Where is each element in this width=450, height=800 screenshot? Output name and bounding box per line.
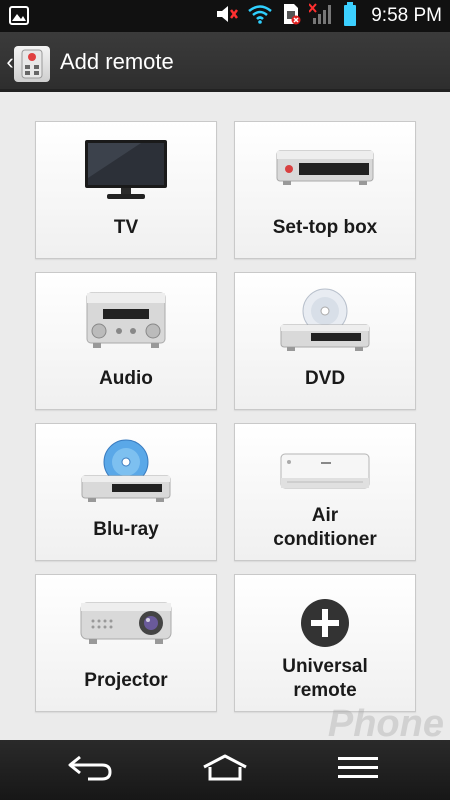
no-signal-icon bbox=[308, 2, 335, 30]
remote-app-icon[interactable] bbox=[14, 46, 50, 82]
tile-blu-ray[interactable]: Blu-ray bbox=[35, 423, 217, 561]
set-top-box-icon bbox=[235, 130, 415, 210]
tile-projector[interactable]: Projector bbox=[35, 574, 217, 712]
wifi-icon bbox=[247, 4, 273, 29]
menu-icon bbox=[338, 755, 378, 786]
action-bar: ‹ Add remote bbox=[0, 32, 450, 92]
tile-universal-remote[interactable]: Universal remote bbox=[234, 574, 416, 712]
plus-icon bbox=[235, 583, 415, 663]
tile-label: DVD bbox=[304, 368, 346, 389]
tile-label: Air conditioner bbox=[235, 504, 415, 552]
tile-label: TV bbox=[113, 217, 139, 238]
back-icon bbox=[66, 753, 114, 788]
device-type-grid: TV Set-top box Audio DVD Blu-ray Air con… bbox=[0, 95, 450, 740]
mute-icon bbox=[215, 4, 239, 29]
home-icon bbox=[200, 753, 250, 788]
back-button[interactable] bbox=[40, 740, 140, 800]
tile-air-conditioner[interactable]: Air conditioner bbox=[234, 423, 416, 561]
dvd-icon bbox=[235, 281, 415, 361]
projector-icon bbox=[36, 583, 216, 663]
battery-icon bbox=[343, 1, 357, 31]
gallery-notification-icon bbox=[9, 6, 29, 25]
tile-audio[interactable]: Audio bbox=[35, 272, 217, 410]
menu-button[interactable] bbox=[308, 740, 408, 800]
home-button[interactable] bbox=[175, 740, 275, 800]
tv-icon bbox=[36, 130, 216, 210]
air-conditioner-icon bbox=[235, 432, 415, 512]
clock: 9:58 PM bbox=[371, 5, 442, 26]
audio-icon bbox=[36, 281, 216, 361]
tile-set-top-box[interactable]: Set-top box bbox=[234, 121, 416, 259]
navigation-bar bbox=[0, 740, 450, 800]
tile-label-line1: Universal bbox=[282, 656, 368, 677]
tile-label-line2: remote bbox=[293, 680, 357, 701]
tile-label: Universal remote bbox=[235, 655, 415, 703]
tile-label-line2: conditioner bbox=[273, 529, 377, 550]
tile-label: Audio bbox=[99, 368, 153, 389]
page-title: Add remote bbox=[60, 49, 174, 74]
tile-label: Blu-ray bbox=[93, 519, 159, 540]
blu-ray-icon bbox=[36, 432, 216, 512]
status-bar: 9:58 PM bbox=[0, 0, 450, 32]
sim-error-icon bbox=[281, 3, 301, 30]
tile-tv[interactable]: TV bbox=[35, 121, 217, 259]
tile-label: Set-top box bbox=[272, 217, 378, 238]
tile-label: Projector bbox=[84, 670, 168, 691]
tile-label-line1: Air bbox=[311, 505, 339, 526]
tile-dvd[interactable]: DVD bbox=[234, 272, 416, 410]
